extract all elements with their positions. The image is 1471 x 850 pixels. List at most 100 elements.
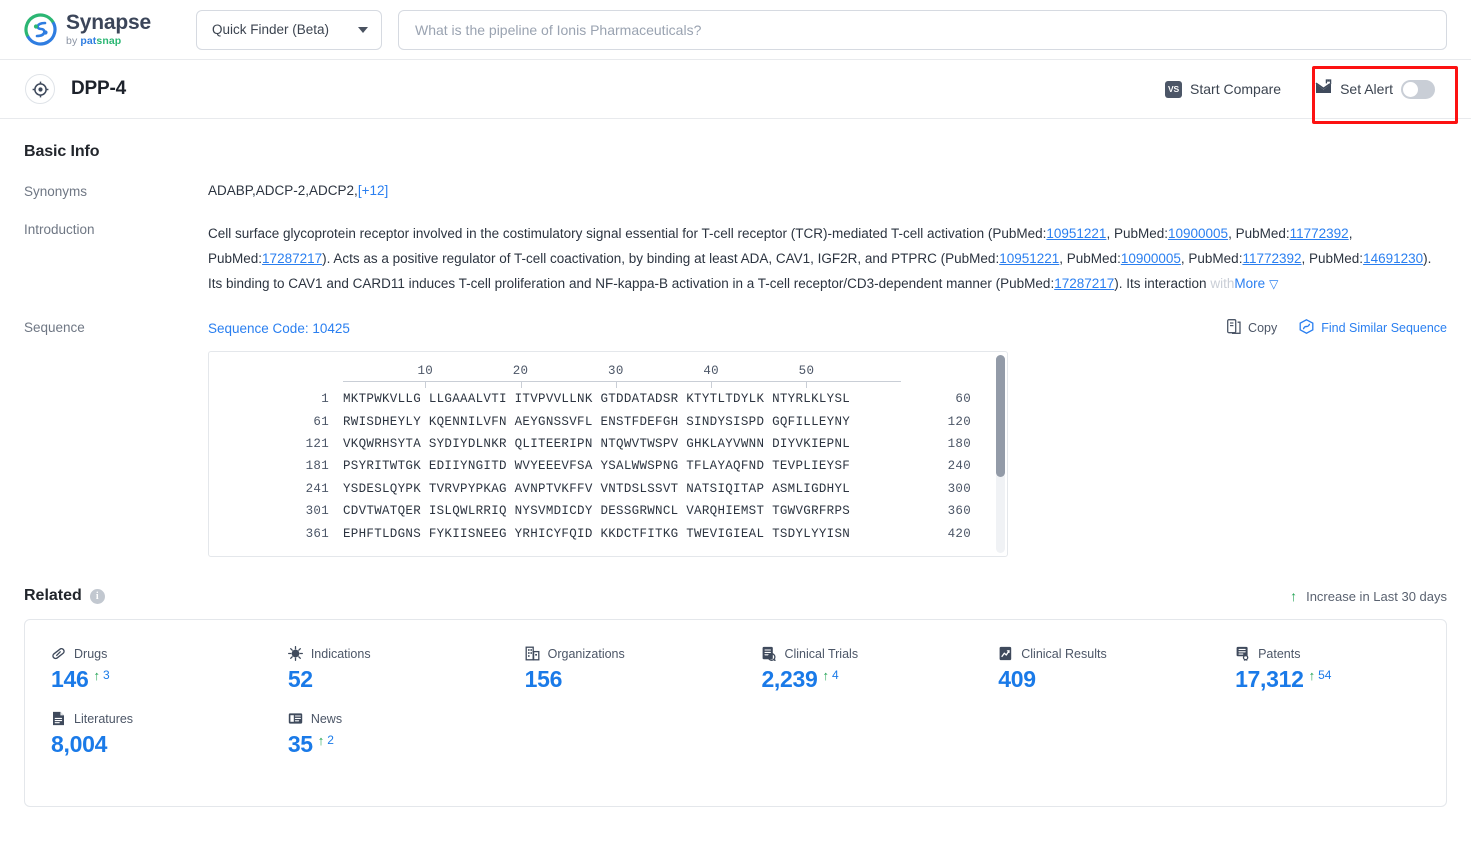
stat-label: Patents — [1258, 646, 1301, 661]
related-stats-grid: Drugs 146 ↑ 3 Indications 52 Organizations 156 C… — [25, 646, 1446, 776]
pubmed-link[interactable]: 11772392 — [1290, 226, 1349, 241]
virus-icon — [287, 646, 303, 661]
related-stat-literatures[interactable]: Literatures 8,004 — [25, 711, 262, 756]
related-stat-patents[interactable]: Patents 17,312 ↑ 54 — [1209, 646, 1446, 691]
related-stat-indications[interactable]: Indications 52 — [262, 646, 499, 691]
related-stat-clinical-results[interactable]: Clinical Results 409 — [972, 646, 1209, 691]
literature-icon — [51, 711, 66, 726]
stat-header: Literatures — [51, 711, 262, 726]
ruler-tick-label: 30 — [608, 364, 624, 378]
pubmed-link[interactable]: 10951221 — [1046, 226, 1106, 241]
stat-label: Literatures — [74, 711, 134, 726]
stat-value-row: 409 — [998, 668, 1209, 691]
stat-value-row: 146 ↑ 3 — [51, 668, 262, 691]
sequence-end-index: 180 — [947, 436, 971, 451]
logo-subtitle: by patsnap — [66, 35, 122, 48]
stat-header: Organizations — [525, 646, 736, 661]
sequence-residues: YSDESLQYPK TVRVPYPKAG AVNPTVKFFV VNTDSLS… — [343, 481, 851, 496]
set-alert-control[interactable]: Set Alert — [1303, 70, 1447, 108]
ruler-tick-label: 50 — [798, 364, 815, 378]
main-content: Basic Info Synonyms ADABP,ADCP-2,ADCP2,[… — [0, 143, 1471, 807]
sequence-line: 121 VKQWRHSYTA SYDIYDLNKR QLITEERIPN NTQW… — [209, 433, 1007, 455]
introduction-more-toggle[interactable]: More ▽ — [1234, 276, 1278, 291]
ruler-scale: 10 20 30 40 50 — [343, 364, 901, 388]
top-bar: Synapse by patsnap Quick Finder (Beta) — [0, 0, 1471, 60]
stat-value: 2,239 — [761, 666, 818, 692]
sequence-actions: Copy Find Similar Sequence — [1227, 319, 1447, 337]
sequence-end-index: 120 — [947, 414, 971, 429]
stat-header: Clinical Results — [998, 646, 1209, 661]
stat-value: 156 — [524, 666, 563, 692]
logo-title: Synapse — [66, 11, 151, 35]
quick-finder-dropdown[interactable]: Quick Finder (Beta) — [195, 9, 382, 50]
related-stat-news[interactable]: News 35 ↑ 2 — [262, 711, 499, 756]
stat-delta-value: 54 — [1318, 668, 1332, 682]
sequence-residues: PSYRITWTGK EDIIYNGITD WVYEEEVFSA YSALWWS… — [343, 459, 851, 474]
related-stats-card: Drugs 146 ↑ 3 Indications 52 Organizations 156 C… — [24, 619, 1447, 807]
up-arrow-icon: ↑ — [1308, 668, 1316, 683]
set-alert-label: Set Alert — [1340, 81, 1393, 97]
copy-label: Copy — [1248, 321, 1278, 335]
sequence-end-index: 300 — [947, 481, 971, 496]
ruler-tick — [425, 381, 427, 388]
sequence-line: 361 EPHFTLDGNS FYKIISNEEG YRHICYFQID KKDC… — [209, 522, 1007, 544]
stat-label: Clinical Results — [1021, 646, 1107, 661]
sequence-residues: EPHFTLDGNS FYKIISNEEG YRHICYFQID KKDCTFI… — [343, 526, 851, 541]
up-arrow-icon: ↑ — [822, 668, 830, 683]
synonyms-row: Synonyms ADABP,ADCP-2,ADCP2,[+12] — [24, 183, 1447, 199]
up-arrow-icon: ↑ — [93, 668, 100, 683]
sequence-line: 181 PSYRITWTGK EDIIYNGITD WVYEEEVFSA YSAL… — [209, 455, 1007, 477]
pubmed-link[interactable]: 10951221 — [999, 251, 1059, 266]
sequence-code-link[interactable]: Sequence Code: 10425 — [208, 321, 350, 336]
sequence-end-index: 60 — [955, 392, 971, 407]
intro-part: ). Acts as a positive regulator of T-cel… — [322, 251, 1000, 266]
sequence-residues: CDVTWATQER ISLQWLRRIQ NYSVMDICDY DESSGRW… — [343, 504, 851, 519]
pubmed-link[interactable]: 10900005 — [1168, 226, 1228, 241]
pubmed-link[interactable]: 10900005 — [1121, 251, 1181, 266]
stat-header: Indications — [287, 646, 499, 661]
chevron-down-icon — [357, 26, 368, 33]
stat-delta-value: 3 — [102, 668, 110, 682]
sequence-residues: VKQWRHSYTA SYDIYDLNKR QLITEERIPN NTQWVTW… — [343, 436, 851, 451]
scrollbar-thumb[interactable] — [996, 355, 1005, 477]
related-stat-clinical-trials[interactable]: Clinical Trials 2,239 ↑ 4 — [735, 646, 972, 691]
synonyms-label: Synonyms — [24, 184, 88, 199]
app-logo[interactable]: Synapse by patsnap — [24, 12, 151, 47]
chevron-double-down-icon: ▽ — [1269, 277, 1279, 291]
stat-value-row: 8,004 — [51, 733, 262, 756]
sequence-viewer[interactable]: 10 20 30 40 50 1 MKTPWKVLLG LLGAAALVTI ITVPVV… — [208, 351, 1008, 557]
synonyms-value: ADABP,ADCP-2,ADCP2,[+12] — [208, 183, 1447, 199]
introduction-text: Cell surface glycoprotein receptor invol… — [208, 221, 1447, 297]
sequence-end-index: 420 — [947, 526, 971, 541]
search-input[interactable] — [412, 10, 1432, 49]
stat-value-row: 52 — [288, 668, 499, 691]
sequence-ruler: 10 20 30 40 50 — [209, 362, 1007, 388]
stat-header: Drugs — [51, 646, 262, 661]
stat-value: 17,312 — [1235, 666, 1304, 692]
sequence-label: Sequence — [24, 320, 85, 335]
sequence-rows: 1 MKTPWKVLLG LLGAAALVTI ITVPVVLLNK GTDDAT… — [209, 388, 1007, 545]
ruler-tick-label: 20 — [512, 364, 529, 378]
ruler-tick-label: 40 — [703, 364, 719, 378]
stat-value-row: 17,312 ↑ 54 — [1235, 668, 1446, 691]
set-alert-toggle[interactable] — [1401, 79, 1435, 99]
pubmed-link[interactable]: 17287217 — [262, 251, 322, 266]
copy-sequence-button[interactable]: Copy — [1227, 319, 1277, 337]
search-box[interactable] — [397, 9, 1447, 50]
find-similar-sequence-button[interactable]: Find Similar Sequence — [1299, 319, 1447, 337]
related-title: Related — [24, 587, 82, 604]
pubmed-link[interactable]: 17287217 — [1054, 276, 1114, 291]
related-stat-organizations[interactable]: Organizations 156 — [499, 646, 736, 691]
sequence-start-index: 241 — [305, 481, 329, 496]
stat-value: 409 — [998, 666, 1036, 692]
pubmed-link[interactable]: 11772392 — [1242, 251, 1301, 266]
sequence-scrollbar[interactable] — [996, 355, 1005, 553]
pubmed-link[interactable]: 14691230 — [1363, 251, 1423, 266]
stat-label: Clinical Trials — [784, 646, 859, 661]
sequence-line: 241 YSDESLQYPK TVRVPYPKAG AVNPTVKFFV VNTD… — [209, 478, 1007, 500]
info-icon[interactable]: i — [89, 588, 105, 604]
entity-header-actions: VS Start Compare Set Alert — [1165, 70, 1447, 108]
related-stat-drugs[interactable]: Drugs 146 ↑ 3 — [25, 646, 262, 691]
start-compare-button[interactable]: VS Start Compare — [1165, 80, 1281, 98]
synonyms-more-link[interactable]: [+12] — [358, 183, 388, 198]
